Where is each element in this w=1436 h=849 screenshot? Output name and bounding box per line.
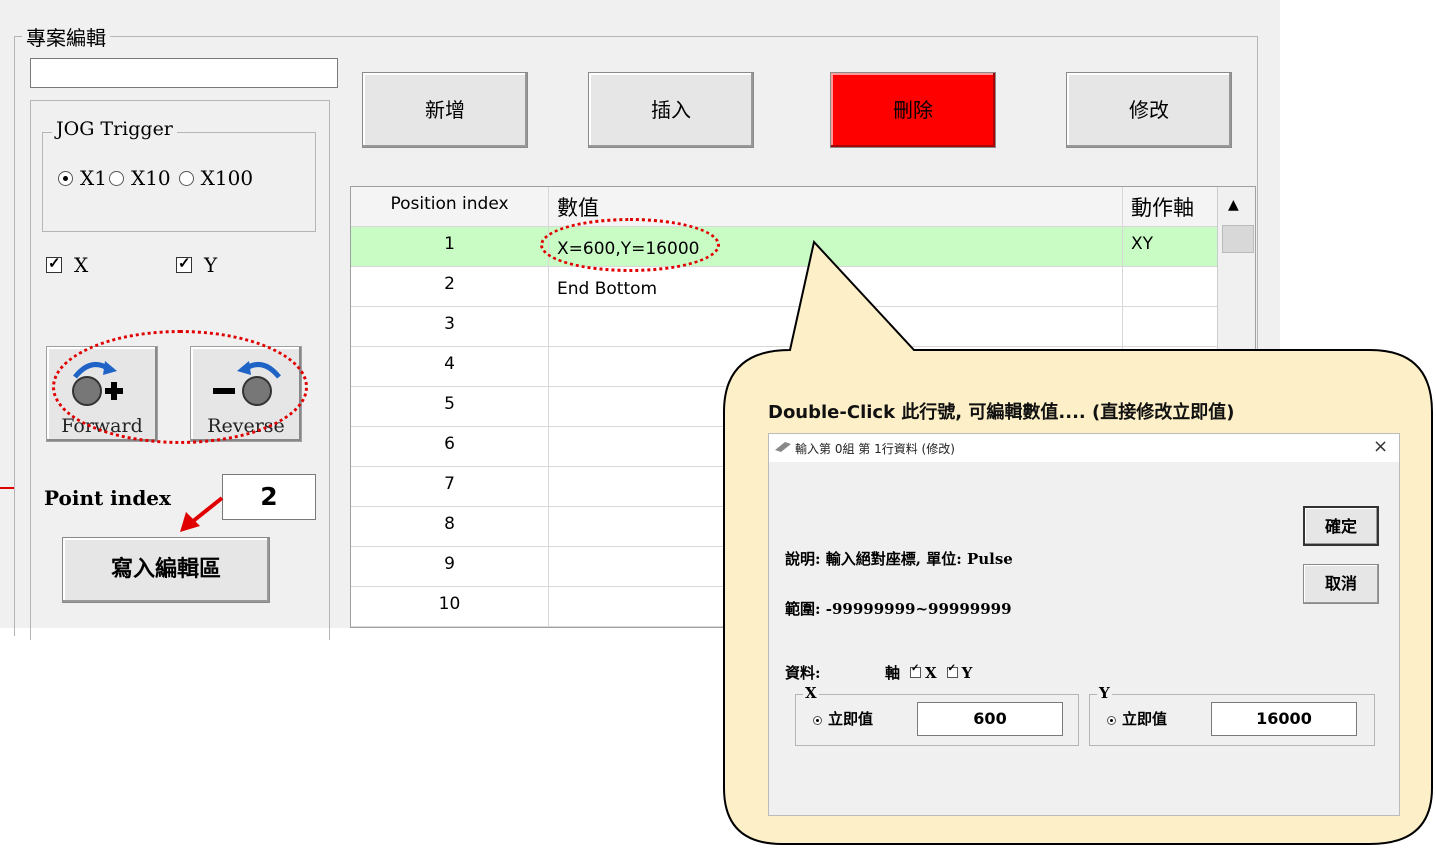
axis-select-row: 軸 X Y [885, 662, 972, 683]
red-arrow-line [190, 496, 224, 524]
dialog-checkbox-y[interactable] [946, 663, 958, 678]
row-index[interactable]: 2 [351, 267, 549, 306]
annotation-arrows [0, 487, 224, 532]
row-index[interactable]: 3 [351, 307, 549, 346]
delete-button[interactable]: 刪除 [830, 72, 996, 148]
add-button[interactable]: 新增 [362, 72, 528, 148]
dialog-description: 說明: 輸入絕對座標, 單位: Pulse [785, 550, 1013, 568]
header-axis[interactable]: 動作軸 [1123, 187, 1217, 226]
insert-button[interactable]: 插入 [588, 72, 754, 148]
grid-header: Position index 數值 動作軸 [351, 187, 1217, 227]
cancel-button[interactable]: 取消 [1303, 564, 1379, 604]
edit-dialog: 輸入第 0組 第 1行資料 (修改) × 確定 取消 說明: 輸入絕對座標, 單… [768, 433, 1400, 816]
x-group-title: X [803, 684, 819, 702]
row-value-highlight [540, 218, 720, 272]
row-index[interactable]: 8 [351, 507, 549, 546]
dialog-range: 範圍: -99999999~99999999 [785, 600, 1012, 618]
row-index[interactable]: 1 [351, 227, 549, 266]
y-group-title: Y [1097, 684, 1112, 702]
modify-button[interactable]: 修改 [1066, 72, 1232, 148]
y-mode-row: 立即值 [1107, 708, 1167, 729]
scroll-up-arrow-icon[interactable]: ▲ [1228, 197, 1239, 213]
x-mode-label: 立即值 [828, 710, 874, 728]
ok-button[interactable]: 確定 [1303, 506, 1379, 546]
row-index[interactable]: 4 [351, 347, 549, 386]
x-mode-row: 立即值 [813, 708, 873, 729]
row-index[interactable]: 7 [351, 467, 549, 506]
y-value-input[interactable]: 16000 [1211, 702, 1357, 736]
row-index[interactable]: 9 [351, 547, 549, 586]
data-label: 資料: [785, 664, 821, 682]
y-immediate-radio[interactable] [1107, 715, 1116, 725]
row-index[interactable]: 5 [351, 387, 549, 426]
dialog-checkbox-y-label: Y [961, 663, 973, 682]
y-mode-label: 立即值 [1122, 710, 1168, 728]
close-icon[interactable]: × [1373, 436, 1388, 457]
x-value-input[interactable]: 600 [917, 702, 1063, 736]
dialog-title: 輸入第 0組 第 1行資料 (修改) [795, 442, 955, 456]
axis-label: 軸 [885, 664, 901, 682]
dialog-checkbox-x-label: X [925, 663, 937, 682]
callout-text: Double-Click 此行號, 可編輯數值.... (直接修改立即值) [768, 402, 1235, 423]
x-immediate-radio[interactable] [813, 715, 822, 725]
dialog-checkbox-x[interactable] [910, 663, 922, 678]
row-index[interactable]: 6 [351, 427, 549, 466]
header-position-index[interactable]: Position index [351, 187, 549, 226]
row-index[interactable]: 10 [351, 587, 549, 626]
pencil-icon [775, 442, 791, 452]
red-arrow-head-icon [180, 512, 200, 532]
